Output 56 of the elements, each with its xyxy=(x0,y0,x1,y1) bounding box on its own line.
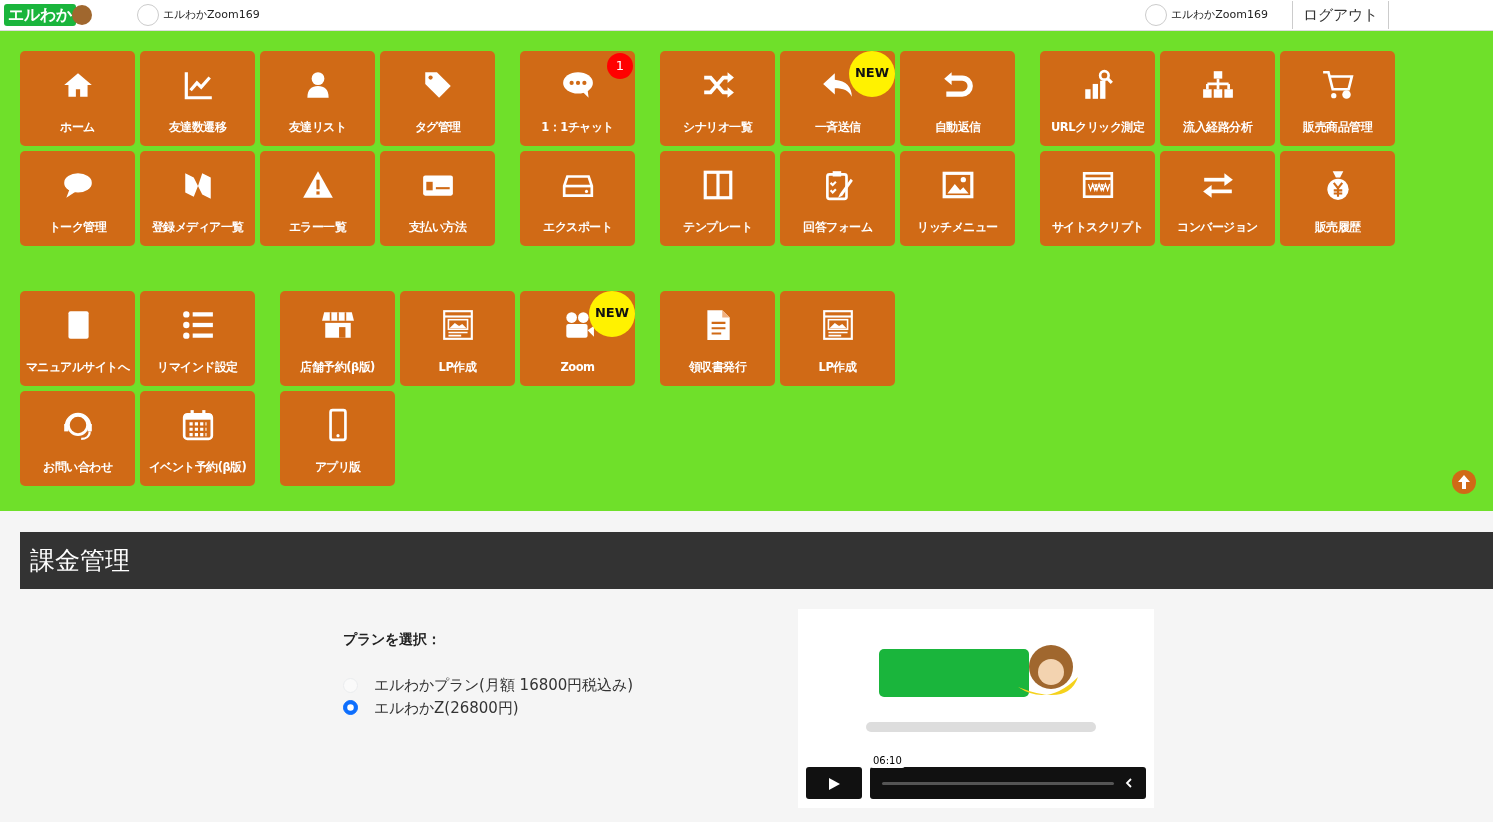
menu-tile[interactable]: 店舗予約(β版) xyxy=(280,291,395,386)
menu-tile[interactable]: エラー一覧 xyxy=(260,151,375,246)
menu-tile[interactable]: 友達数遷移 xyxy=(140,51,255,146)
new-badge: NEW xyxy=(589,291,635,337)
menu-tile[interactable]: LP作成 xyxy=(780,291,895,386)
plan-label: プランを選択： xyxy=(343,630,442,649)
menu-tile[interactable]: 販売商品管理 xyxy=(1280,51,1395,146)
plan-option-label[interactable]: エルわかプラン(月額 16800円税込み) xyxy=(374,674,634,697)
menu-tile[interactable]: サイトスクリプト xyxy=(1040,151,1155,246)
menu-tile[interactable]: 回答フォーム xyxy=(780,151,895,246)
account-name: エルわかZoom169 xyxy=(163,6,260,23)
menu-tile[interactable]: 自動返信 xyxy=(900,51,1015,146)
menu-tile[interactable]: アプリ版 xyxy=(280,391,395,486)
plan-radio[interactable] xyxy=(343,700,358,716)
menu-tile[interactable]: トーク管理 xyxy=(20,151,135,246)
new-badge: NEW xyxy=(849,51,895,97)
logout-button[interactable]: ログアウト xyxy=(1292,1,1389,29)
menu-tile[interactable]: LP作成 xyxy=(400,291,515,386)
video-progress-track[interactable] xyxy=(882,781,1114,785)
menu-tile[interactable]: NEW 一斉送信 xyxy=(780,51,895,146)
menu-tile[interactable]: 領収書発行 xyxy=(660,291,775,386)
menu-tile[interactable]: タグ管理 xyxy=(380,51,495,146)
menu-tile[interactable]: 支払い方法 xyxy=(380,151,495,246)
menu-tile[interactable]: 登録メディア一覧 xyxy=(140,151,255,246)
menu-tile[interactable]: 流入経路分析 xyxy=(1160,51,1275,146)
play-button[interactable] xyxy=(806,767,862,799)
menu-tile[interactable]: NEW Zoom xyxy=(520,291,635,386)
scroll-to-top-icon[interactable] xyxy=(1451,469,1477,495)
account-name: エルわかZoom169 xyxy=(1171,6,1268,23)
menu-tile[interactable]: 友達リスト xyxy=(260,51,375,146)
menu-tile[interactable]: エクスポート xyxy=(520,151,635,246)
list-icon xyxy=(180,308,215,342)
menu-tile[interactable]: テンプレート xyxy=(660,151,775,246)
menu-tile[interactable]: URLクリック測定 xyxy=(1040,51,1155,146)
page-title: 課金管理 xyxy=(20,532,1493,589)
cart-icon xyxy=(1320,68,1355,102)
menu-tile[interactable]: リッチメニュー xyxy=(900,151,1015,246)
logo[interactable]: エルわか xyxy=(4,4,76,26)
video-time: 06:10 xyxy=(870,753,905,768)
menu-tile[interactable]: 販売履歴 xyxy=(1280,151,1395,246)
menu-tile[interactable]: お問い合わせ xyxy=(20,391,135,486)
monkey-icon xyxy=(72,5,92,25)
menu-tile[interactable]: コンバージョン xyxy=(1160,151,1275,246)
chevron-left-icon[interactable] xyxy=(1124,778,1134,788)
calendar-icon xyxy=(180,408,215,442)
menu-tile[interactable]: リマインド設定 xyxy=(140,291,255,386)
menu-tile[interactable]: マニュアルサイトへ xyxy=(20,291,135,386)
menu-tile[interactable]: イベント予約(β版) xyxy=(140,391,255,486)
web-page-icon xyxy=(440,308,475,342)
menu-tile[interactable]: シナリオ一覧 xyxy=(660,51,775,146)
plan-option-label[interactable]: エルわかZ(26800円) xyxy=(374,696,519,719)
play-icon xyxy=(826,775,842,792)
menu-tile[interactable]: ホーム xyxy=(20,51,135,146)
menu-tile[interactable]: 1 1：1チャット xyxy=(520,51,635,146)
web-page-icon xyxy=(820,308,855,342)
notification-count: 1 xyxy=(607,53,633,79)
